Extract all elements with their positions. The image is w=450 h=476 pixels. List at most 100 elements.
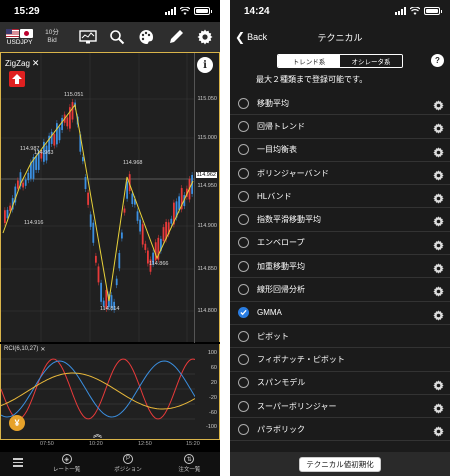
rci-axis-label: -20 (209, 395, 217, 401)
timeframe-selector[interactable]: 10分 Bid (39, 29, 65, 45)
radio-icon[interactable] (238, 330, 249, 342)
candle-body (92, 222, 95, 243)
indicator-row[interactable]: ピボット (230, 325, 450, 349)
radio-icon[interactable] (238, 400, 249, 412)
gear-icon[interactable] (433, 308, 444, 321)
indicator-row[interactable]: スパンモデル (230, 372, 450, 395)
candle-body (136, 211, 139, 221)
price-axis: 115.050 115.000 114.962 114.950 114.900 … (194, 53, 219, 343)
status-icons (165, 7, 212, 15)
gear-icon[interactable] (433, 261, 444, 274)
reset-technical-button[interactable]: テクニカル値初期化 (299, 456, 381, 472)
tab-orders[interactable]: ⇅ 注文一覧 (159, 452, 220, 473)
gear-icon[interactable] (433, 424, 444, 437)
gear-icon[interactable] (433, 214, 444, 228)
indicator-row[interactable]: 加重移動平均 (230, 255, 450, 279)
indicator-row[interactable]: フィボナッチ・ピボット (230, 348, 450, 372)
indicator-row[interactable]: パラボリック (230, 418, 450, 442)
candle-body (53, 134, 56, 146)
zigzag-point-label: 114.968 (123, 160, 143, 166)
indicator-row[interactable]: HLバンド (230, 185, 450, 209)
rci-panel[interactable]: RCI(6,10,27) ✕ 100 60 20 -20 -60 -100 ¥ … (0, 344, 220, 440)
indicator-row[interactable]: 線形回帰分析 (230, 278, 450, 302)
indicator-row[interactable]: エンベロープ (230, 232, 450, 256)
wifi-icon (410, 7, 420, 15)
indicator-row[interactable]: ボリンジャーバンド (230, 162, 450, 186)
price-axis-label: 114.900 (197, 223, 217, 229)
gear-icon[interactable] (433, 238, 444, 251)
gear-icon[interactable] (433, 168, 444, 181)
radio-icon[interactable] (238, 353, 249, 365)
help-icon[interactable]: ? (431, 54, 444, 67)
gear-icon[interactable] (433, 145, 444, 158)
zoom-button[interactable] (102, 22, 131, 52)
tab-rate-list[interactable]: ◈ レート一覧 (36, 452, 97, 473)
settings-button[interactable] (191, 22, 220, 52)
us-flag-icon (6, 28, 20, 38)
bottom-tab-bar: ◈ レート一覧 P ポジション ⇅ 注文一覧 (0, 452, 220, 476)
currency-pair-selector[interactable]: USDJPY (0, 22, 39, 52)
candle-body (144, 243, 147, 250)
rci-title: RCI(6,10,27) ✕ (4, 346, 45, 353)
radio-icon[interactable] (238, 377, 249, 389)
palette-button[interactable] (132, 22, 161, 52)
indicator-label: ボリンジャーバンド (257, 168, 329, 178)
gear-icon[interactable] (433, 284, 444, 298)
menu-icon[interactable] (0, 452, 36, 467)
navigation-bar: ❮ Back テクニカル (230, 22, 450, 52)
radio-icon[interactable] (238, 97, 249, 109)
gear-icon[interactable] (433, 121, 444, 134)
wifi-icon (180, 7, 190, 15)
gear-icon[interactable] (433, 378, 444, 391)
arrow-up-icon (12, 74, 22, 84)
candlestick-chart[interactable] (1, 53, 195, 342)
indicator-row[interactable]: 回帰トレンド (230, 115, 450, 139)
zigzag-point-label: 114.963 (34, 150, 54, 156)
close-icon[interactable]: ✕ (32, 58, 40, 69)
checked-radio-icon[interactable] (238, 307, 249, 319)
indicator-row[interactable]: スーパーボリンジャー (230, 395, 450, 419)
radio-icon[interactable] (238, 284, 249, 296)
gear-icon[interactable] (433, 401, 444, 414)
candle-body (123, 208, 126, 213)
tab-label: ポジション (114, 467, 142, 473)
back-button[interactable]: ❮ Back (230, 30, 267, 44)
radio-icon[interactable] (238, 190, 249, 202)
radio-icon[interactable] (238, 167, 249, 179)
radio-icon[interactable] (238, 237, 249, 249)
reset-bar: テクニカル値初期化 (230, 452, 450, 476)
radio-icon[interactable] (238, 120, 249, 132)
indicator-row[interactable]: 一目均衡表 (230, 139, 450, 162)
order-button[interactable] (9, 71, 25, 87)
time-axis-label: 07:50 (40, 441, 54, 447)
gear-icon[interactable] (433, 98, 444, 111)
chart-type-button[interactable] (73, 22, 102, 52)
radio-icon[interactable] (238, 260, 249, 272)
indicator-label: HLバンド (257, 191, 292, 201)
category-segment-row: トレンド系 オシレータ系 ? (230, 52, 450, 70)
zigzag-point-label: 114.814 (100, 306, 120, 312)
price-chart[interactable]: ZigZag ✕ i 115.050 115.000 114.962 114.9… (0, 52, 220, 343)
candle-body (97, 266, 100, 283)
candle-body (162, 227, 165, 242)
indicator-row[interactable]: 移動平均 (230, 92, 450, 116)
draw-tool-button[interactable] (161, 22, 190, 52)
candle-body (141, 224, 144, 245)
radio-icon[interactable] (238, 214, 249, 226)
radio-icon[interactable] (238, 423, 249, 435)
technical-settings-screen: 14:24 ❮ Back テクニカル トレンド系 オシレータ系 ? 最大２種類ま… (230, 0, 450, 476)
tab-positions[interactable]: P ポジション (97, 452, 158, 473)
radio-icon[interactable] (238, 144, 249, 156)
candle-body (50, 131, 53, 144)
indicator-row[interactable]: GMMA (230, 302, 450, 325)
status-bar: 15:29 (0, 0, 220, 22)
close-icon[interactable]: ✕ (40, 346, 45, 353)
rci-axis-label: -100 (205, 424, 217, 430)
segment-oscillator[interactable]: オシレータ系 (340, 55, 402, 67)
indicator-row[interactable]: 指数平滑移動平均 (230, 208, 450, 232)
chevron-up-icon[interactable]: ︽ (93, 427, 102, 440)
segment-trend[interactable]: トレンド系 (278, 55, 340, 67)
yen-icon[interactable]: ¥ (9, 415, 25, 431)
gear-icon[interactable] (433, 191, 444, 204)
signal-icon (395, 7, 406, 15)
